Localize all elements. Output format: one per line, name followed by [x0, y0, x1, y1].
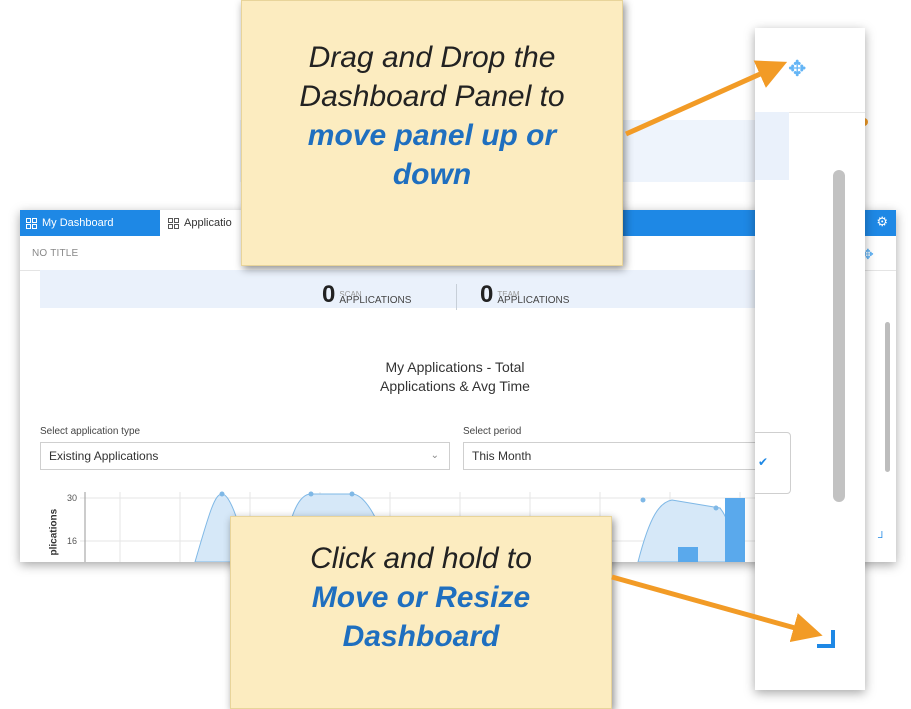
callout-highlight: down — [392, 158, 472, 191]
scrollbar-thumb[interactable] — [885, 322, 890, 472]
callout-text: Dashboard Panel to — [299, 80, 565, 113]
chart-bar — [725, 498, 745, 562]
zoomed-panel-header[interactable] — [755, 28, 865, 113]
resize-corner-icon[interactable]: ┘ — [878, 532, 886, 544]
zoomed-select-box[interactable]: ✔ — [755, 432, 791, 494]
check-icon: ✔ — [758, 455, 769, 469]
callout-highlight: move panel up or — [307, 119, 557, 152]
callout-drag-drop: Drag and Drop the Dashboard Panel to mov… — [241, 0, 623, 266]
chart-point — [308, 491, 314, 497]
zoomed-panel-edge: ✥ ✔ — [755, 28, 865, 690]
chart-point — [349, 491, 355, 497]
callout-move-resize: Click and hold to Move or Resize Dashboa… — [230, 516, 612, 709]
callout-highlight: Dashboard — [342, 620, 500, 653]
zoomed-scrollbar-thumb[interactable] — [833, 170, 845, 502]
zoomed-stats-strip — [755, 112, 789, 180]
callout-text: Click and hold to — [310, 542, 532, 575]
chart-point — [219, 491, 225, 497]
chart-point — [640, 497, 646, 503]
chart-point — [713, 505, 719, 511]
callout-text: Drag and Drop the — [308, 41, 556, 74]
move-arrows-icon[interactable]: ✥ — [788, 56, 806, 82]
resize-corner-icon[interactable] — [817, 630, 835, 648]
chart-bar — [678, 547, 698, 562]
callout-highlight: Move or Resize — [311, 581, 531, 614]
